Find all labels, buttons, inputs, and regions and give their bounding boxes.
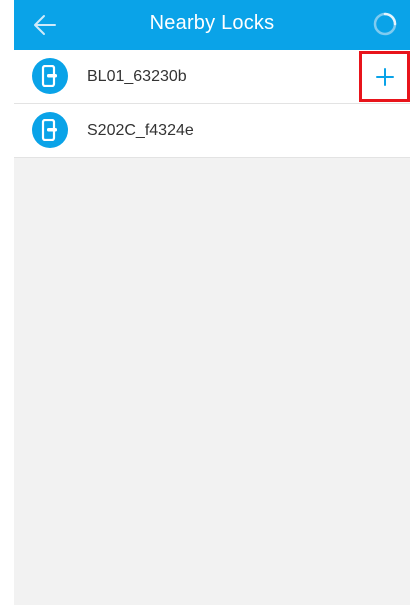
add-lock-button[interactable]: [359, 51, 410, 102]
plus-icon: [375, 67, 394, 86]
lock-list: BL01_63230b S202C_f4324e: [14, 50, 410, 158]
lock-name: BL01_63230b: [87, 68, 187, 85]
door-lock-icon: [32, 112, 68, 148]
list-item-lock[interactable]: BL01_63230b: [14, 50, 410, 104]
loading-spinner-icon: [373, 12, 397, 36]
nearby-locks-screen: Nearby Locks BL01_63230b S202C_f4324e: [14, 0, 410, 605]
refresh-button[interactable]: [370, 9, 400, 39]
page-title: Nearby Locks: [149, 12, 275, 34]
door-lock-icon: [32, 58, 68, 94]
app-bar: Nearby Locks: [14, 0, 410, 50]
lock-name: S202C_f4324e: [87, 122, 194, 139]
list-item-lock[interactable]: S202C_f4324e: [14, 104, 410, 158]
